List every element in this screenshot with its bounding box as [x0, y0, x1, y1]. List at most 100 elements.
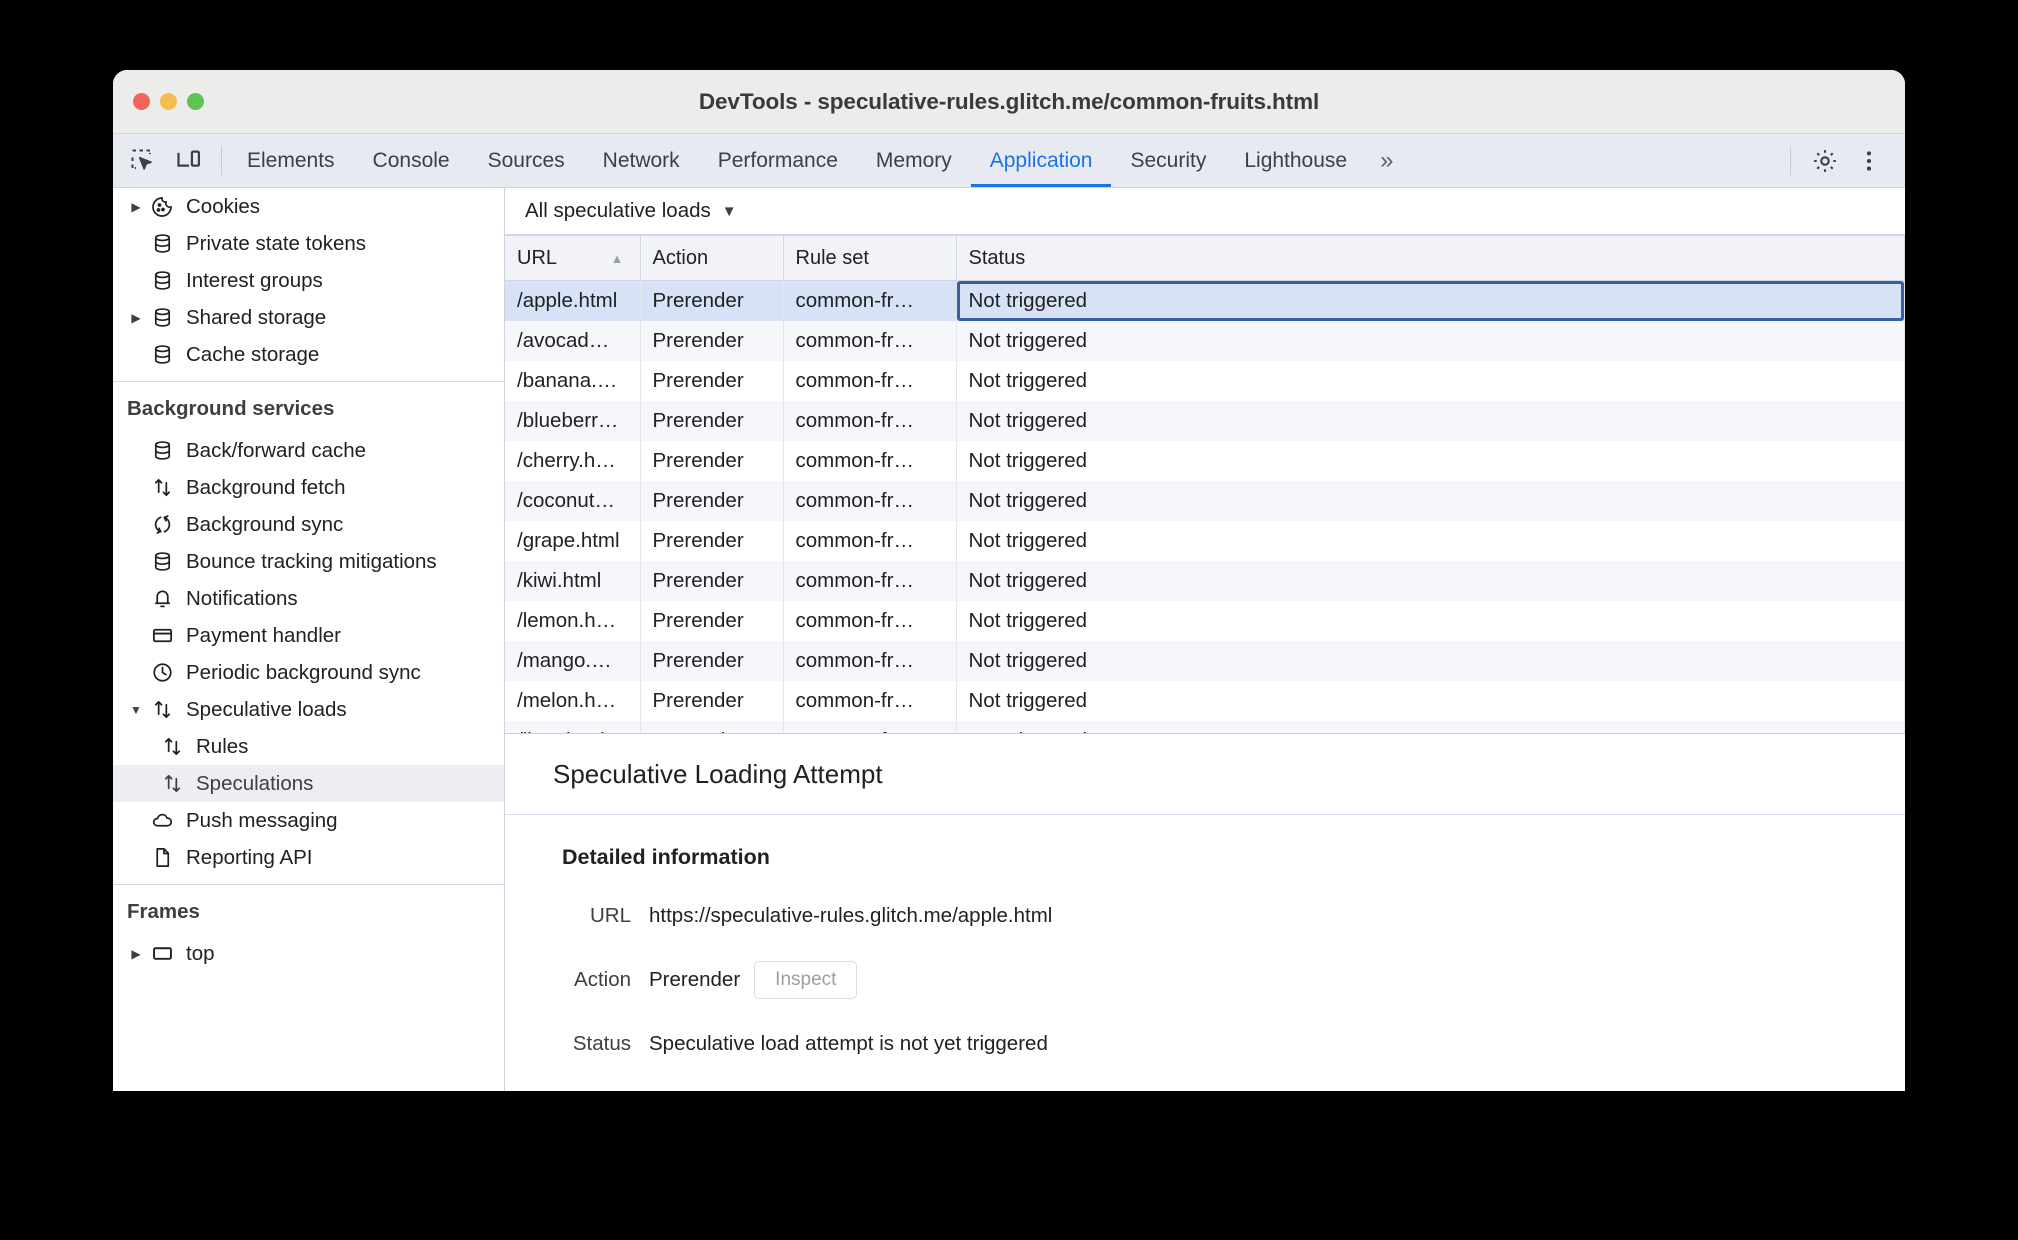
tab-application[interactable]: Application [970, 134, 1112, 187]
chevron-right-icon[interactable]: ▶ [125, 947, 147, 961]
cell-status: Not triggered [956, 441, 1905, 481]
sidebar-item-periodic-background-sync[interactable]: ▶ Periodic background sync [113, 654, 504, 691]
table-row[interactable]: /mango.… Prerender common-fr… Not trigge… [505, 641, 1905, 681]
sidebar-item-top-frame[interactable]: ▶ top [113, 935, 504, 972]
table-row[interactable]: /melon.h… Prerender common-fr… Not trigg… [505, 681, 1905, 721]
detail-panel-body: Detailed information URL https://specula… [505, 815, 1905, 1089]
sidebar-item-private-state-tokens[interactable]: ▶ Private state tokens [113, 225, 504, 262]
tab-network[interactable]: Network [584, 134, 699, 187]
column-header-label: Action [652, 246, 709, 269]
cell-rule-set: common-fr… [783, 721, 957, 733]
cell-rule-set: common-fr… [783, 681, 957, 721]
cell-url: /mango.… [505, 641, 641, 681]
cell-url: /blueberr… [505, 401, 641, 441]
speculations-table-container[interactable]: URL ▲ Action Rule set Status /apple.html… [505, 235, 1905, 733]
sidebar-item-label: Background fetch [186, 475, 346, 499]
detail-status-value: Speculative load attempt is not yet trig… [649, 1032, 1048, 1055]
sidebar-item-background-sync[interactable]: ▶ Background sync [113, 506, 504, 543]
sidebar-item-shared-storage[interactable]: ▶ Shared storage [113, 299, 504, 336]
table-row[interactable]: /coconut… Prerender common-fr… Not trigg… [505, 481, 1905, 521]
chevron-down-icon[interactable]: ▼ [722, 203, 737, 220]
sidebar-item-label: Bounce tracking mitigations [186, 549, 437, 573]
tab-memory[interactable]: Memory [857, 134, 971, 187]
chevron-right-icon[interactable]: ▶ [125, 311, 147, 325]
table-row[interactable]: /avocad… Prerender common-fr… Not trigge… [505, 321, 1905, 361]
sidebar-item-push-messaging[interactable]: ▶ Push messaging [113, 802, 504, 839]
device-toolbar-icon[interactable] [173, 145, 205, 177]
sidebar-item-bounce-tracking-mitigations[interactable]: ▶ Bounce tracking mitigations [113, 543, 504, 580]
sidebar-item-speculations[interactable]: Speculations [113, 765, 504, 802]
cell-rule-set: common-fr… [783, 641, 957, 681]
cell-action: Prerender [640, 721, 784, 733]
tab-lighthouse[interactable]: Lighthouse [1225, 134, 1366, 187]
cell-url: /lemon.h… [505, 601, 641, 641]
speculative-loads-filter-dropdown[interactable]: All speculative loads ▼ [519, 197, 743, 225]
tab-label: Application [989, 148, 1093, 172]
chevron-right-icon[interactable]: ▶ [125, 200, 147, 214]
tabstrip-actions [1790, 134, 1905, 187]
updown-arrows-icon [147, 698, 177, 721]
more-tabs-icon[interactable]: » [1366, 134, 1407, 187]
sidebar-item-label: Notifications [186, 586, 298, 610]
minimize-window-button[interactable] [160, 93, 177, 110]
sidebar-item-background-fetch[interactable]: ▶ Background fetch [113, 469, 504, 506]
sidebar-item-label: Payment handler [186, 623, 341, 647]
inspect-element-icon[interactable] [127, 145, 159, 177]
chevron-down-icon[interactable]: ▼ [125, 703, 147, 717]
sidebar-item-speculative-loads[interactable]: ▼ Speculative loads [113, 691, 504, 728]
table-row[interactable]: /cherry.h… Prerender common-fr… Not trig… [505, 441, 1905, 481]
devtools-tabstrip: Elements Console Sources Network Perform… [113, 134, 1905, 188]
inspect-button[interactable]: Inspect [754, 961, 858, 999]
sidebar-item-interest-groups[interactable]: ▶ Interest groups [113, 262, 504, 299]
table-row[interactable]: /apple.html Prerender common-fr… Not tri… [505, 280, 1905, 321]
detail-panel-title: Speculative Loading Attempt [505, 734, 1905, 815]
tab-performance[interactable]: Performance [699, 134, 857, 187]
speculations-filter-bar: All speculative loads ▼ [505, 188, 1905, 235]
sidebar-item-rules[interactable]: Rules [113, 728, 504, 765]
sidebar-item-label: Shared storage [186, 305, 327, 329]
sidebar-item-notifications[interactable]: ▶ Notifications [113, 580, 504, 617]
window-controls[interactable] [133, 93, 204, 110]
sidebar-item-cache-storage[interactable]: ▶ Cache storage [113, 336, 504, 373]
cell-rule-set: common-fr… [783, 521, 957, 561]
detail-status-label: Status [572, 1032, 631, 1055]
cell-action: Prerender [640, 561, 784, 601]
tab-elements[interactable]: Elements [228, 134, 354, 187]
column-header-rule-set[interactable]: Rule set [783, 235, 957, 281]
table-row[interactable]: /kiwi.html Prerender common-fr… Not trig… [505, 561, 1905, 601]
cell-action: Prerender [640, 361, 784, 401]
column-header-status[interactable]: Status [956, 235, 1905, 281]
credit-card-icon [147, 624, 177, 647]
column-header-url[interactable]: URL ▲ [505, 235, 641, 281]
gear-icon[interactable] [1805, 141, 1845, 181]
table-row[interactable]: /banana.… Prerender common-fr… Not trigg… [505, 361, 1905, 401]
window-title: DevTools - speculative-rules.glitch.me/c… [698, 88, 1320, 114]
sidebar-item-cookies[interactable]: ▶ Cookies [113, 188, 504, 225]
table-row[interactable]: /blueberr… Prerender common-fr… Not trig… [505, 401, 1905, 441]
column-header-action[interactable]: Action [640, 235, 784, 281]
table-row[interactable]: /lime.html Prerender common-fr… Not trig… [505, 721, 1905, 733]
detail-url-label: URL [589, 904, 631, 927]
devtools-tool-icons [113, 134, 215, 187]
tab-console[interactable]: Console [354, 134, 469, 187]
cell-rule-set: common-fr… [783, 561, 957, 601]
tab-label: Memory [875, 148, 952, 172]
sidebar-item-payment-handler[interactable]: ▶ Payment handler [113, 617, 504, 654]
detailed-information-heading: Detailed information [562, 845, 770, 869]
tab-security[interactable]: Security [1111, 134, 1225, 187]
more-vertical-icon[interactable] [1849, 141, 1889, 181]
table-row[interactable]: /grape.html Prerender common-fr… Not tri… [505, 521, 1905, 561]
cell-status: Not triggered [956, 401, 1905, 441]
sidebar-item-back-forward-cache[interactable]: ▶ Back/forward cache [113, 432, 504, 469]
tab-sources[interactable]: Sources [469, 134, 584, 187]
cell-url: /coconut… [505, 481, 641, 521]
close-window-button[interactable] [133, 93, 150, 110]
tab-label: Sources [487, 148, 565, 172]
maximize-window-button[interactable] [187, 93, 204, 110]
cell-status: Not triggered [956, 481, 1905, 521]
cell-status: Not triggered [956, 721, 1905, 733]
detail-action-label: Action [574, 968, 631, 991]
cell-rule-set: common-fr… [783, 481, 957, 521]
sidebar-item-reporting-api[interactable]: ▶ Reporting API [113, 839, 504, 876]
table-row[interactable]: /lemon.h… Prerender common-fr… Not trigg… [505, 601, 1905, 641]
